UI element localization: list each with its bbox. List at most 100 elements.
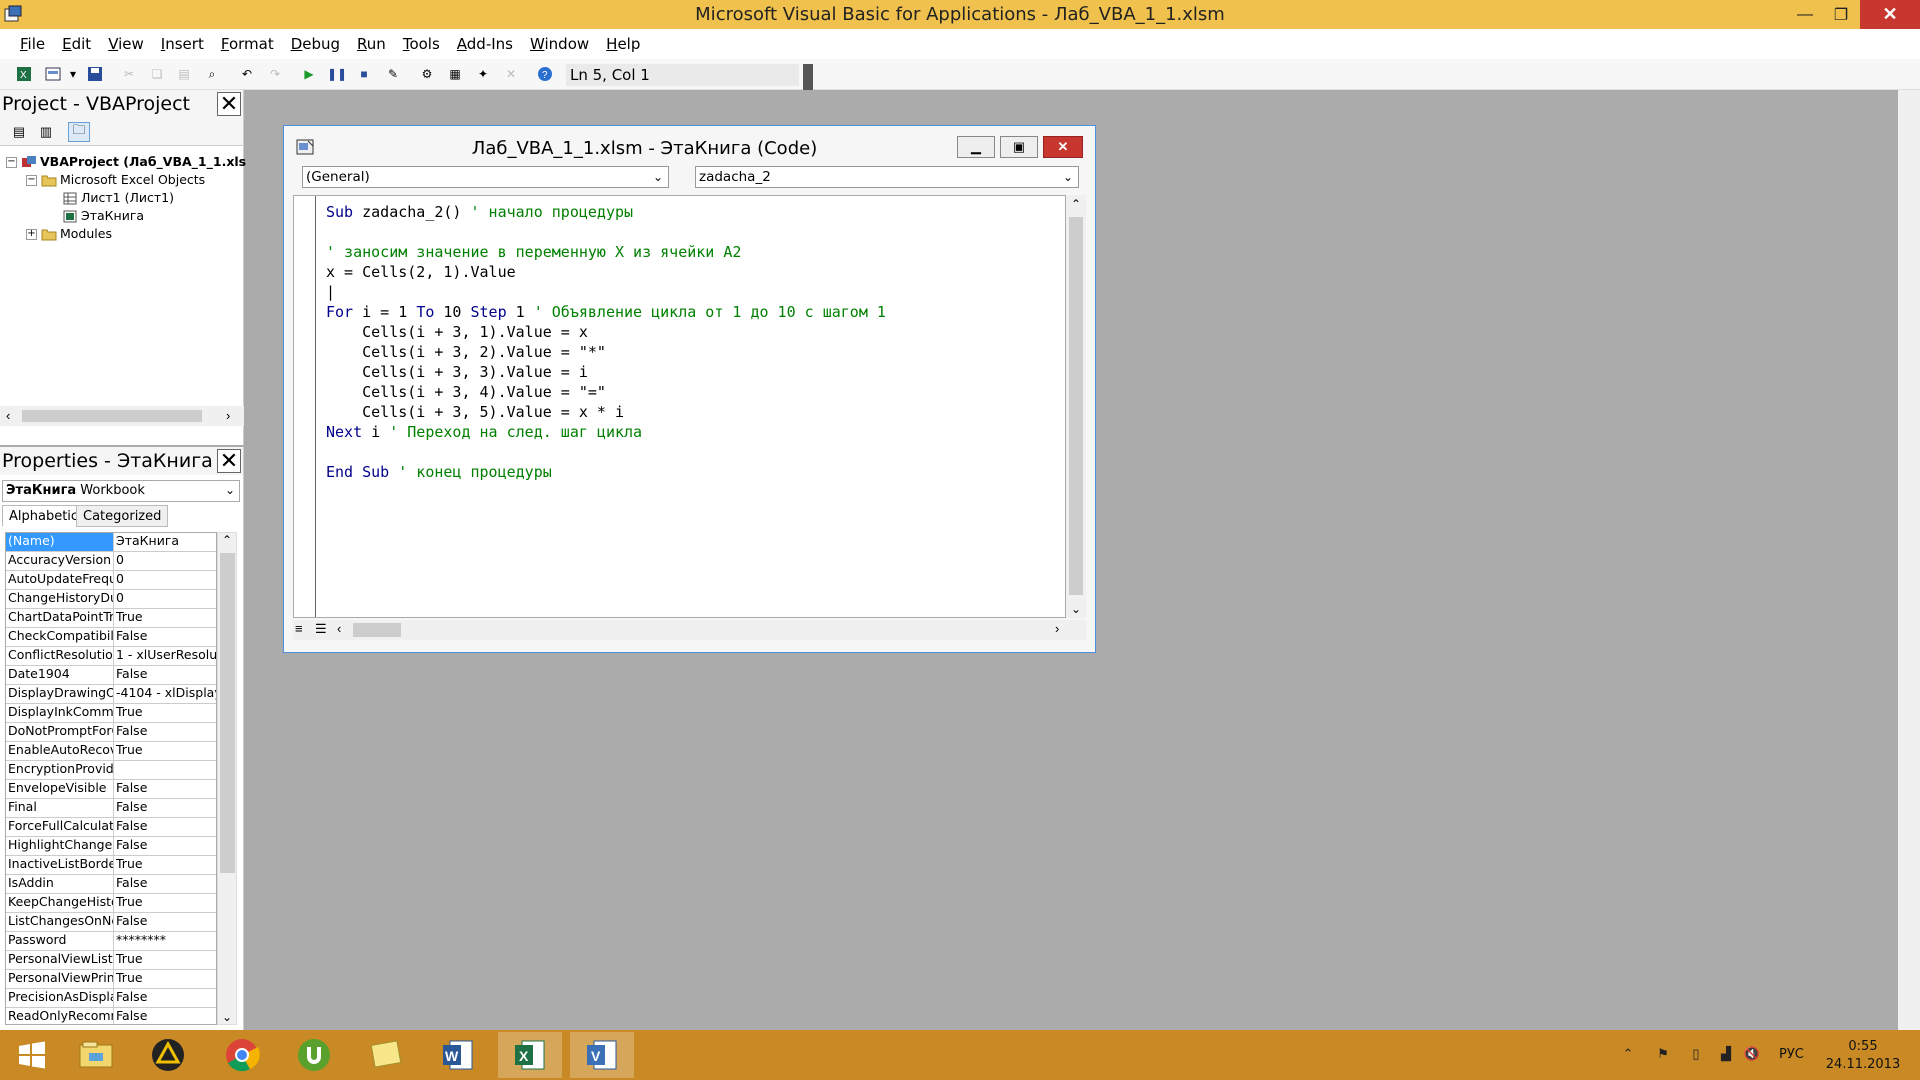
scroll-left-icon[interactable]: ‹ [6,408,10,423]
property-row[interactable]: AutoUpdateFreque 0 [6,571,216,590]
scroll-right-icon[interactable]: › [1055,621,1059,636]
code-text[interactable]: Sub zadacha_2() ' начало процедуры ' зано… [326,202,886,482]
tab-alphabetic[interactable]: Alphabetic [2,505,86,527]
object-browser-icon[interactable]: ✦ [474,65,492,83]
property-row[interactable]: Password ******** [6,932,216,951]
input-language[interactable]: РУС [1779,1047,1804,1062]
scroll-down-icon[interactable]: ⌄ [222,1010,232,1024]
code-line[interactable]: | [326,282,886,302]
tree-item-excel-objects[interactable]: − Microsoft Excel Objects [26,172,205,190]
property-row[interactable]: InactiveListBorder\ True [6,856,216,875]
property-value[interactable]: False [114,989,216,1007]
copy-icon[interactable]: ❏ [148,65,166,83]
property-row[interactable]: EncryptionProvider [6,761,216,780]
project-close-icon[interactable]: ✕ [217,92,241,117]
property-row[interactable]: AccuracyVersion 0 [6,552,216,571]
cut-icon[interactable]: ✂ [120,65,138,83]
toggle-folders-icon[interactable]: 🗀 [68,122,90,142]
property-row[interactable]: PrecisionAsDisplay False [6,989,216,1008]
scroll-left-icon[interactable]: ‹ [337,621,341,636]
property-row[interactable]: IsAddin False [6,875,216,894]
code-line[interactable]: Cells(i + 3, 1).Value = x [326,322,886,342]
code-editor[interactable]: Sub zadacha_2() ' начало процедуры ' зано… [293,195,1066,618]
property-value[interactable]: True [114,609,216,627]
property-value[interactable]: False [114,628,216,646]
property-value[interactable]: False [114,780,216,798]
property-value[interactable]: False [114,1008,216,1024]
collapse-icon[interactable]: − [26,175,37,186]
property-value[interactable]: True [114,742,216,760]
project-explorer-icon[interactable]: ⚙ [418,65,436,83]
reset-icon[interactable]: ■ [355,65,373,83]
scroll-up-icon[interactable]: ⌃ [222,533,232,547]
properties-window-icon[interactable]: ▦ [446,65,464,83]
find-icon[interactable]: ⌕ [203,65,221,83]
tree-item-sheet1[interactable]: Лист1 (Лист1) [62,190,174,208]
menu-debug[interactable]: Debug [291,35,340,53]
tree-item-workbook[interactable]: ЭтаКнига [62,208,144,226]
property-row[interactable]: Final False [6,799,216,818]
close-button[interactable]: ✕ [1860,0,1920,29]
property-row[interactable]: PersonalViewListSeTrue [6,951,216,970]
code-line[interactable] [326,222,886,242]
action-center-flag-icon[interactable]: ⚑ [1655,1046,1671,1062]
scroll-thumb[interactable] [353,623,401,637]
scroll-thumb[interactable] [22,410,202,422]
code-line[interactable]: x = Cells(2, 1).Value [326,262,886,282]
menu-window[interactable]: Window [530,35,589,53]
code-line[interactable]: For i = 1 To 10 Step 1 ' Объявление цикл… [326,302,886,322]
property-value[interactable]: True [114,970,216,988]
property-value[interactable]: False [114,723,216,741]
property-row[interactable]: ChangeHistoryDura0 [6,590,216,609]
menu-insert[interactable]: Insert [161,35,204,53]
properties-vertical-scrollbar[interactable]: ⌃ ⌄ [217,532,237,1025]
scroll-right-icon[interactable]: › [226,408,230,423]
properties-close-icon[interactable]: ✕ [217,449,241,474]
tree-item-modules[interactable]: + Modules [26,226,112,244]
taskbar-explorer[interactable] [64,1032,128,1078]
menu-add-ins[interactable]: Add-Ins [457,35,513,53]
code-minimize-button[interactable]: ▁ [957,136,995,158]
property-row[interactable]: ReadOnlyRecommeFalse [6,1008,216,1024]
code-line[interactable] [326,442,886,462]
procedure-combo[interactable]: zadacha_2 ⌄ [695,166,1079,188]
view-code-icon[interactable]: ▤ [8,122,30,142]
property-row[interactable]: ChartDataPointTra True [6,609,216,628]
property-value[interactable] [114,761,216,779]
property-value[interactable]: -4104 - xlDisplayS [114,685,216,703]
property-value[interactable]: True [114,951,216,969]
insert-userform-icon[interactable] [44,65,62,83]
restore-button[interactable]: ❐ [1818,0,1864,29]
code-line[interactable]: Sub zadacha_2() ' начало процедуры [326,202,886,222]
clock[interactable]: 0:55 24.11.2013 [1818,1038,1908,1074]
taskbar-vba-editor[interactable]: V [570,1032,634,1078]
property-value[interactable]: False [114,799,216,817]
tree-item-vbaproject[interactable]: − VBAProject (Лаб_VBA_1_1.xls [6,154,246,172]
battery-icon[interactable]: ▯ [1688,1046,1704,1062]
procedure-view-icon[interactable]: ≡ [295,621,303,636]
property-value[interactable]: False [114,875,216,893]
taskbar-word[interactable]: W [426,1032,490,1078]
tab-categorized[interactable]: Categorized [76,505,169,527]
code-line[interactable]: Cells(i + 3, 3).Value = i [326,362,886,382]
dropdown-arrow-icon[interactable]: ▾ [64,65,82,83]
property-value[interactable]: False [114,837,216,855]
property-value[interactable]: 0 [114,571,216,589]
property-value[interactable]: ******** [114,932,216,950]
scroll-down-icon[interactable]: ⌄ [1071,602,1081,616]
taskbar-utorrent[interactable] [282,1032,346,1078]
object-select[interactable]: ЭтаКнига Workbook ⌄ [2,480,240,502]
code-close-button[interactable]: ✕ [1043,136,1083,158]
property-row[interactable]: (Name) ЭтаКнига [6,533,216,552]
view-excel-icon[interactable]: X [15,65,33,83]
code-line[interactable]: Cells(i + 3, 2).Value = "*" [326,342,886,362]
taskbar-chrome[interactable] [210,1032,274,1078]
property-value[interactable]: 1 - xlUserResolut [114,647,216,665]
code-line[interactable]: Cells(i + 3, 4).Value = "=" [326,382,886,402]
show-hidden-icons[interactable]: ⌃ [1620,1046,1636,1062]
taskbar-sticky-notes[interactable] [354,1032,418,1078]
code-line[interactable]: End Sub ' конец процедуры [326,462,886,482]
menu-edit[interactable]: Edit [62,35,91,53]
property-row[interactable]: EnableAutoRecove True [6,742,216,761]
menu-format[interactable]: Format [221,35,274,53]
